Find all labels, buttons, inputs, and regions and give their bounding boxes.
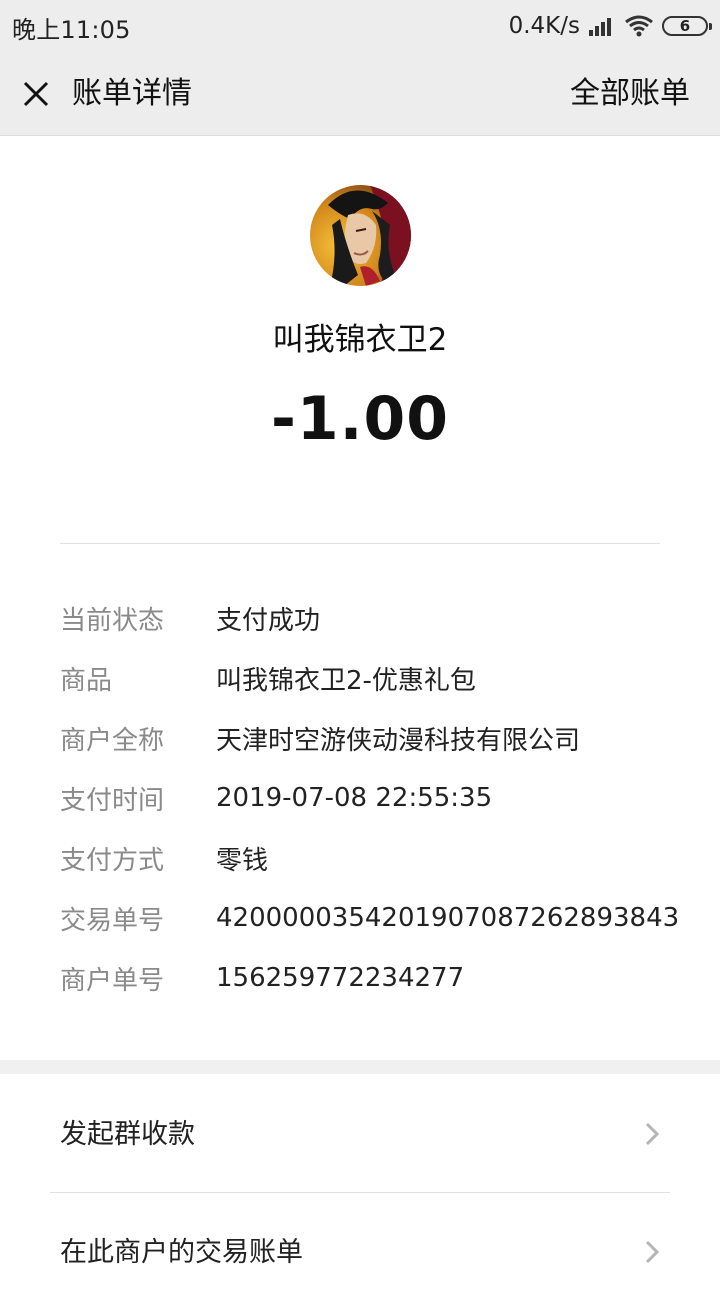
action-label: 在此商户的交易账单 (60, 1237, 303, 1268)
battery-level: 6 (679, 17, 691, 35)
wifi-icon (625, 15, 653, 37)
merchant-bills-button[interactable]: 在此商户的交易账单 (0, 1192, 720, 1310)
battery-icon: 6 (662, 16, 712, 36)
signal-icon (589, 18, 611, 36)
detail-value: 4200000354201907087262893843 (216, 903, 680, 933)
detail-label: 支付方式 (60, 845, 165, 876)
detail-label: 支付时间 (60, 785, 165, 816)
close-icon (23, 81, 49, 107)
detail-value: 156259772234277 (216, 963, 465, 993)
nav-bar: 账单详情 全部账单 (0, 52, 720, 136)
status-time: 晚上11:05 (12, 16, 131, 44)
merchant-avatar (310, 185, 411, 286)
merchant-name: 叫我锦衣卫2 (272, 322, 448, 358)
group-collect-button[interactable]: 发起群收款 (0, 1074, 720, 1192)
detail-list: 当前状态 支付成功 商品 叫我锦衣卫2-优惠礼包 商户全称 天津时空游侠动漫科技… (60, 588, 680, 1008)
status-bar: 晚上11:05 0.4K/s 6 (0, 0, 720, 52)
page-title: 账单详情 (72, 76, 192, 111)
detail-row-transaction-no: 交易单号 4200000354201907087262893843 (60, 888, 680, 948)
status-indicators: 0.4K/s 6 (508, 9, 712, 43)
detail-value: 2019-07-08 22:55:35 (216, 783, 493, 813)
section-separator (0, 1060, 720, 1074)
detail-value: 支付成功 (216, 605, 321, 636)
detail-label: 商品 (60, 665, 113, 696)
detail-row-product: 商品 叫我锦衣卫2-优惠礼包 (60, 648, 680, 708)
action-label: 发起群收款 (60, 1119, 195, 1150)
detail-label: 交易单号 (60, 905, 165, 936)
chevron-right-icon (645, 1122, 660, 1146)
divider (60, 543, 660, 544)
chevron-right-icon (645, 1240, 660, 1264)
close-button[interactable] (16, 74, 56, 114)
network-speed: 0.4K/s (508, 13, 580, 39)
detail-label: 当前状态 (60, 605, 165, 636)
all-bills-link[interactable]: 全部账单 (570, 74, 690, 114)
detail-value: 零钱 (216, 845, 269, 876)
detail-label: 商户全称 (60, 725, 165, 756)
detail-value: 叫我锦衣卫2-优惠礼包 (216, 665, 476, 696)
detail-row-status: 当前状态 支付成功 (60, 588, 680, 648)
transaction-amount: -1.00 (271, 384, 449, 454)
detail-row-pay-time: 支付时间 2019-07-08 22:55:35 (60, 768, 680, 828)
detail-value: 天津时空游侠动漫科技有限公司 (216, 725, 581, 756)
detail-row-pay-method: 支付方式 零钱 (60, 828, 680, 888)
detail-row-merchant: 商户全称 天津时空游侠动漫科技有限公司 (60, 708, 680, 768)
detail-row-merchant-order-no: 商户单号 156259772234277 (60, 948, 680, 1008)
detail-label: 商户单号 (60, 965, 165, 996)
